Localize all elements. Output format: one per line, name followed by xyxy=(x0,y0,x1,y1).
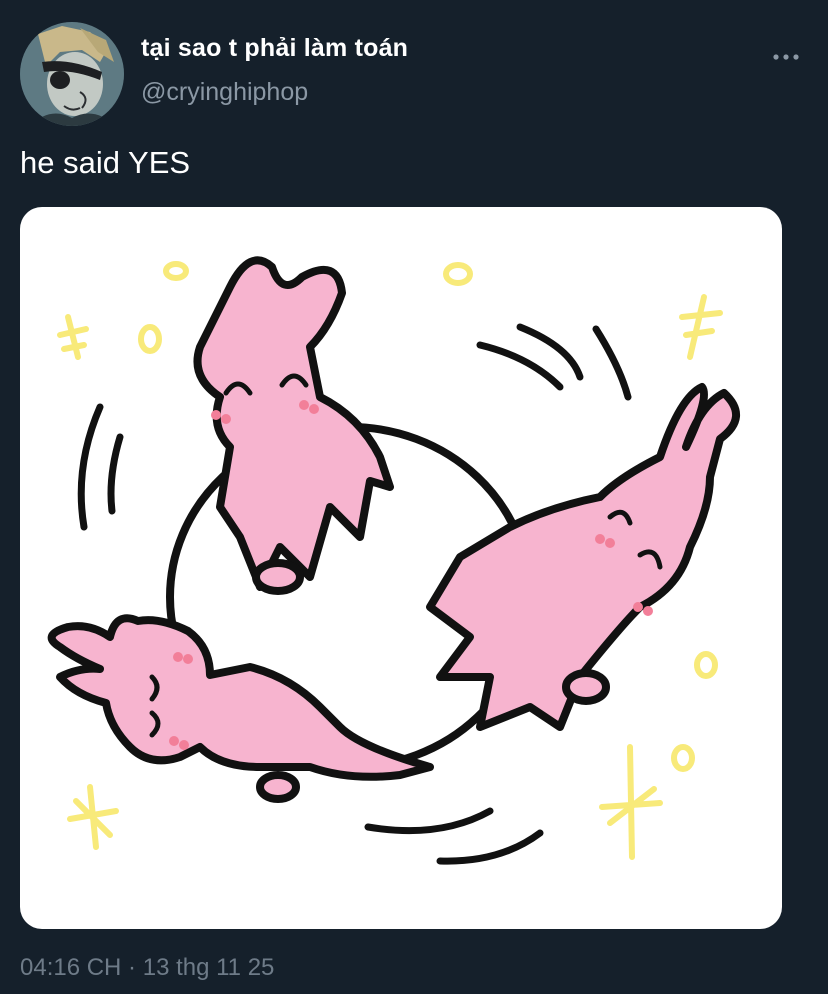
more-horizontal-icon xyxy=(773,54,799,60)
tweet-text: he said YES xyxy=(20,145,191,180)
tweet-timestamp[interactable]: 04:16 CH · 13 thg 11 25 xyxy=(20,954,274,982)
bunnies-illustration xyxy=(47,256,740,865)
bunny-right xyxy=(426,383,740,731)
avatar[interactable] xyxy=(20,22,124,126)
author-display-name[interactable]: tại sao t phải làm toán xyxy=(141,34,408,63)
tweet-card: tại sao t phải làm toán @cryinghiphop he… xyxy=(0,0,828,994)
media-image[interactable] xyxy=(20,207,782,929)
avatar-image xyxy=(20,22,124,126)
author-handle[interactable]: @cryinghiphop xyxy=(141,78,308,107)
more-options-button[interactable] xyxy=(764,40,808,74)
